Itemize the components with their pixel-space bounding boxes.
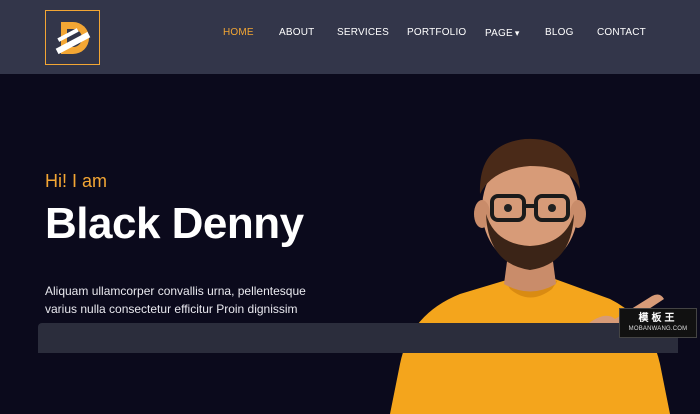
bottom-card	[38, 323, 678, 353]
hero-greeting: Hi! I am	[45, 171, 108, 191]
nav-contact[interactable]: CONTACT	[597, 27, 646, 39]
chevron-down-icon: ▾	[514, 28, 520, 38]
logo[interactable]	[45, 10, 100, 65]
nav-page-label: PAGE	[485, 28, 513, 39]
nav-about[interactable]: ABOUT	[279, 27, 314, 39]
logo-icon	[55, 21, 90, 54]
hero-name: Black Denny	[45, 199, 304, 248]
watermark: 模板王 MOBANWANG.COM	[619, 308, 697, 338]
watermark-title: 模板王	[638, 313, 678, 324]
nav-portfolio[interactable]: PORTFOLIO	[407, 27, 466, 39]
watermark-subtitle: MOBANWANG.COM	[628, 326, 688, 332]
nav-blog[interactable]: BLOG	[545, 27, 574, 39]
nav-services[interactable]: SERVICES	[337, 27, 389, 39]
nav-home[interactable]: HOME	[223, 27, 254, 39]
hero-section: Hi! I am Black Denny Aliquam ullamcorper…	[0, 74, 700, 414]
nav-page[interactable]: PAGE ▾	[485, 27, 520, 40]
site-header: HOME ABOUT SERVICES PORTFOLIO PAGE ▾ BLOG…	[0, 0, 700, 74]
hero-portrait	[390, 138, 670, 414]
